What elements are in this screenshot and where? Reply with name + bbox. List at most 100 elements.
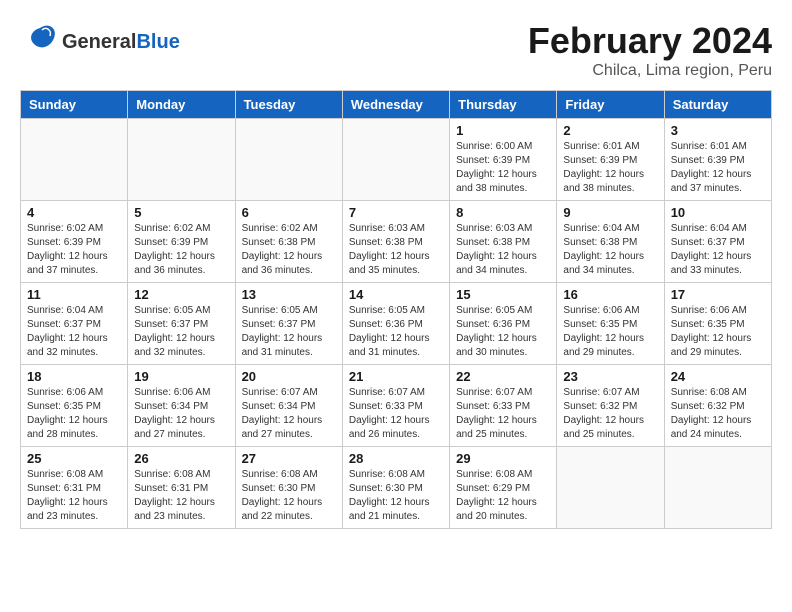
calendar-title: February 2024 xyxy=(528,20,772,62)
table-row xyxy=(21,119,128,201)
day-info: Sunrise: 6:06 AM Sunset: 6:35 PM Dayligh… xyxy=(671,304,765,360)
col-sunday: Sunday xyxy=(21,91,128,119)
table-row: 18 Sunrise: 6:06 AM Sunset: 6:35 PM Dayli… xyxy=(21,365,128,447)
day-info: Sunrise: 6:07 AM Sunset: 6:34 PM Dayligh… xyxy=(242,386,336,442)
day-number: 27 xyxy=(242,451,336,466)
calendar-header-row: Sunday Monday Tuesday Wednesday Thursday… xyxy=(21,91,772,119)
day-info: Sunrise: 6:06 AM Sunset: 6:35 PM Dayligh… xyxy=(27,386,121,442)
table-row xyxy=(664,447,771,529)
page-header: GeneralBlue February 2024 Chilca, Lima r… xyxy=(20,20,772,80)
day-info: Sunrise: 6:02 AM Sunset: 6:38 PM Dayligh… xyxy=(242,222,336,278)
logo-general: General xyxy=(62,31,136,53)
table-row xyxy=(342,119,449,201)
day-number: 1 xyxy=(456,123,550,138)
table-row: 25Sunrise: 6:08 AM Sunset: 6:31 PM Dayli… xyxy=(21,447,128,529)
day-number: 2 xyxy=(563,123,657,138)
day-info: Sunrise: 6:06 AM Sunset: 6:34 PM Dayligh… xyxy=(134,386,228,442)
day-number: 28 xyxy=(349,451,443,466)
day-number: 24 xyxy=(671,369,765,384)
day-info: Sunrise: 6:08 AM Sunset: 6:32 PM Dayligh… xyxy=(671,386,765,442)
table-row: 12Sunrise: 6:05 AM Sunset: 6:37 PM Dayli… xyxy=(128,283,235,365)
day-info: Sunrise: 6:05 AM Sunset: 6:36 PM Dayligh… xyxy=(456,304,550,360)
day-info: Sunrise: 6:08 AM Sunset: 6:29 PM Dayligh… xyxy=(456,468,550,524)
table-row: 19 Sunrise: 6:06 AM Sunset: 6:34 PM Dayli… xyxy=(128,365,235,447)
calendar-table: Sunday Monday Tuesday Wednesday Thursday… xyxy=(20,90,772,529)
day-number: 17 xyxy=(671,287,765,302)
day-info: Sunrise: 6:08 AM Sunset: 6:31 PM Dayligh… xyxy=(134,468,228,524)
day-number: 15 xyxy=(456,287,550,302)
day-info: Sunrise: 6:04 AM Sunset: 6:38 PM Dayligh… xyxy=(563,222,657,278)
calendar-week-row: 1 Sunrise: 6:00 AM Sunset: 6:39 PM Daylig… xyxy=(21,119,772,201)
col-monday: Monday xyxy=(128,91,235,119)
table-row: 28 Sunrise: 6:08 AM Sunset: 6:30 PM Dayli… xyxy=(342,447,449,529)
table-row: 4Sunrise: 6:02 AM Sunset: 6:39 PM Daylig… xyxy=(21,201,128,283)
table-row xyxy=(557,447,664,529)
day-info: Sunrise: 6:05 AM Sunset: 6:36 PM Dayligh… xyxy=(349,304,443,360)
day-info: Sunrise: 6:08 AM Sunset: 6:30 PM Dayligh… xyxy=(349,468,443,524)
day-info: Sunrise: 6:05 AM Sunset: 6:37 PM Dayligh… xyxy=(134,304,228,360)
day-number: 11 xyxy=(27,287,121,302)
table-row: 22 Sunrise: 6:07 AM Sunset: 6:33 PM Dayli… xyxy=(450,365,557,447)
day-number: 25 xyxy=(27,451,121,466)
calendar-week-row: 18 Sunrise: 6:06 AM Sunset: 6:35 PM Dayli… xyxy=(21,365,772,447)
calendar-week-row: 4 Sunrise: 6:02 AM Sunset: 6:39 PM Daylig… xyxy=(21,201,772,283)
day-info: Sunrise: 6:03 AM Sunset: 6:38 PM Dayligh… xyxy=(349,222,443,278)
day-info: Sunrise: 6:07 AM Sunset: 6:32 PM Dayligh… xyxy=(563,386,657,442)
calendar-week-row: 25 Sunrise: 6:08 AM Sunset: 6:31 PM Dayli… xyxy=(21,447,772,529)
calendar-week-row: 11 Sunrise: 6:04 AM Sunset: 6:37 PM Dayli… xyxy=(21,283,772,365)
table-row: 17 Sunrise: 6:06 AM Sunset: 6:35 PM Dayli… xyxy=(664,283,771,365)
day-info: Sunrise: 6:01 AM Sunset: 6:39 PM Dayligh… xyxy=(671,140,765,196)
table-row: 20 Sunrise: 6:07 AM Sunset: 6:34 PM Dayli… xyxy=(235,365,342,447)
table-row: 21 Sunrise: 6:07 AM Sunset: 6:33 PM Dayli… xyxy=(342,365,449,447)
logo-icon xyxy=(20,20,58,58)
table-row: 7Sunrise: 6:03 AM Sunset: 6:38 PM Daylig… xyxy=(342,201,449,283)
col-saturday: Saturday xyxy=(664,91,771,119)
day-info: Sunrise: 6:04 AM Sunset: 6:37 PM Dayligh… xyxy=(671,222,765,278)
day-number: 13 xyxy=(242,287,336,302)
col-wednesday: Wednesday xyxy=(342,91,449,119)
day-info: Sunrise: 6:04 AM Sunset: 6:37 PM Dayligh… xyxy=(27,304,121,360)
day-number: 20 xyxy=(242,369,336,384)
day-number: 21 xyxy=(349,369,443,384)
day-info: Sunrise: 6:01 AM Sunset: 6:39 PM Dayligh… xyxy=(563,140,657,196)
day-number: 29 xyxy=(456,451,550,466)
logo-blue: Blue xyxy=(136,31,179,53)
table-row: 16 Sunrise: 6:06 AM Sunset: 6:35 PM Dayli… xyxy=(557,283,664,365)
logo: GeneralBlue xyxy=(20,20,180,63)
day-number: 19 xyxy=(134,369,228,384)
calendar-subtitle: Chilca, Lima region, Peru xyxy=(528,62,772,80)
day-info: Sunrise: 6:05 AM Sunset: 6:37 PM Dayligh… xyxy=(242,304,336,360)
table-row: 2 Sunrise: 6:01 AM Sunset: 6:39 PM Daylig… xyxy=(557,119,664,201)
day-number: 18 xyxy=(27,369,121,384)
day-number: 9 xyxy=(563,205,657,220)
day-info: Sunrise: 6:07 AM Sunset: 6:33 PM Dayligh… xyxy=(349,386,443,442)
title-section: February 2024 Chilca, Lima region, Peru xyxy=(528,20,772,80)
table-row: 13 Sunrise: 6:05 AM Sunset: 6:37 PM Dayli… xyxy=(235,283,342,365)
day-info: Sunrise: 6:08 AM Sunset: 6:30 PM Dayligh… xyxy=(242,468,336,524)
day-number: 4 xyxy=(27,205,121,220)
day-info: Sunrise: 6:00 AM Sunset: 6:39 PM Dayligh… xyxy=(456,140,550,196)
table-row: 10 Sunrise: 6:04 AM Sunset: 6:37 PM Dayli… xyxy=(664,201,771,283)
col-friday: Friday xyxy=(557,91,664,119)
day-number: 26 xyxy=(134,451,228,466)
table-row: 5Sunrise: 6:02 AM Sunset: 6:39 PM Daylig… xyxy=(128,201,235,283)
table-row: 6Sunrise: 6:02 AM Sunset: 6:38 PM Daylig… xyxy=(235,201,342,283)
day-number: 10 xyxy=(671,205,765,220)
day-info: Sunrise: 6:03 AM Sunset: 6:38 PM Dayligh… xyxy=(456,222,550,278)
table-row: 15 Sunrise: 6:05 AM Sunset: 6:36 PM Dayli… xyxy=(450,283,557,365)
table-row: 27 Sunrise: 6:08 AM Sunset: 6:30 PM Dayli… xyxy=(235,447,342,529)
col-thursday: Thursday xyxy=(450,91,557,119)
col-tuesday: Tuesday xyxy=(235,91,342,119)
table-row: 8Sunrise: 6:03 AM Sunset: 6:38 PM Daylig… xyxy=(450,201,557,283)
day-number: 3 xyxy=(671,123,765,138)
table-row: 3 Sunrise: 6:01 AM Sunset: 6:39 PM Daylig… xyxy=(664,119,771,201)
day-info: Sunrise: 6:02 AM Sunset: 6:39 PM Dayligh… xyxy=(134,222,228,278)
day-number: 16 xyxy=(563,287,657,302)
table-row: 11 Sunrise: 6:04 AM Sunset: 6:37 PM Dayli… xyxy=(21,283,128,365)
table-row: 29 Sunrise: 6:08 AM Sunset: 6:29 PM Dayli… xyxy=(450,447,557,529)
day-info: Sunrise: 6:07 AM Sunset: 6:33 PM Dayligh… xyxy=(456,386,550,442)
day-info: Sunrise: 6:06 AM Sunset: 6:35 PM Dayligh… xyxy=(563,304,657,360)
table-row xyxy=(235,119,342,201)
table-row: 9 Sunrise: 6:04 AM Sunset: 6:38 PM Daylig… xyxy=(557,201,664,283)
day-number: 22 xyxy=(456,369,550,384)
